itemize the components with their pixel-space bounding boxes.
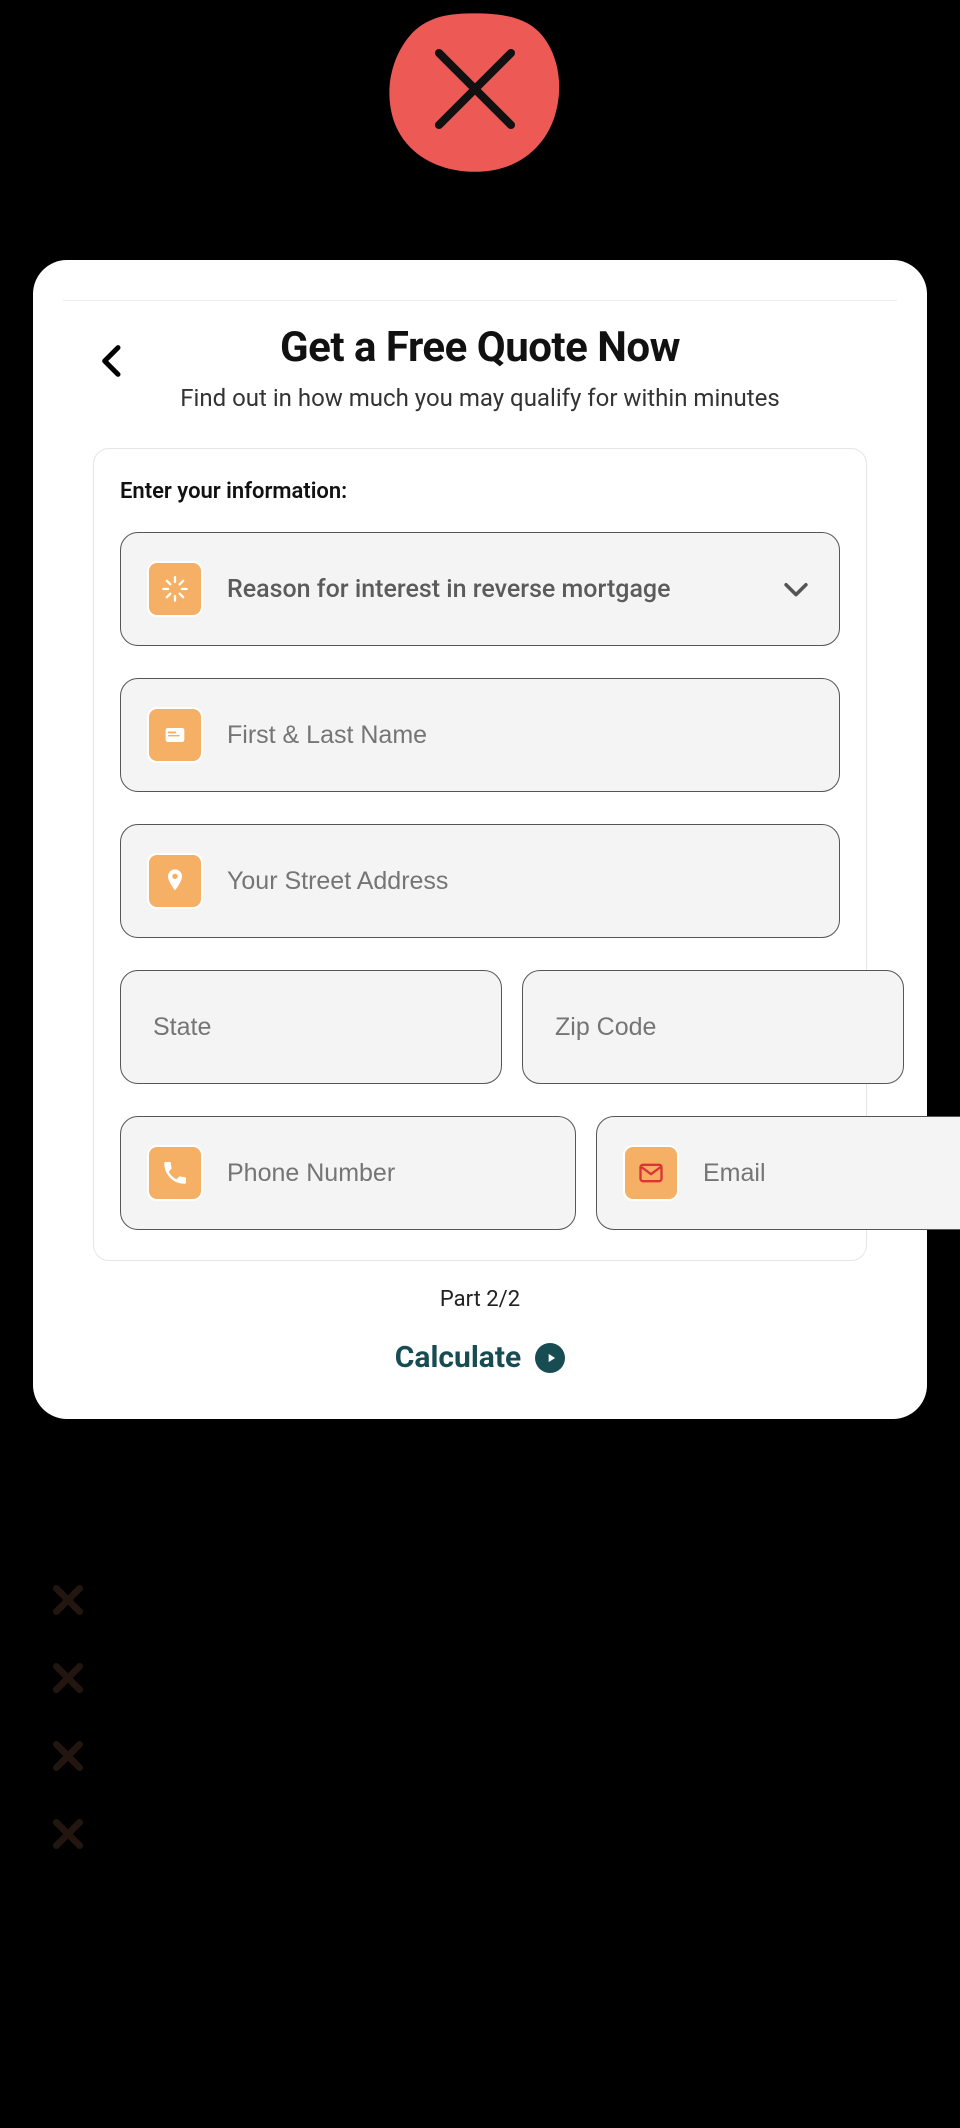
divider <box>63 300 897 301</box>
close-icon <box>48 1814 88 1854</box>
location-pin-icon <box>147 853 203 909</box>
close-icon <box>48 1658 88 1698</box>
calculate-label: Calculate <box>395 1340 521 1375</box>
email-icon <box>623 1145 679 1201</box>
reason-placeholder: Reason for interest in reverse mortgage <box>227 575 779 604</box>
phone-input[interactable] <box>227 1159 549 1188</box>
address-field[interactable] <box>120 824 840 938</box>
play-circle-icon <box>535 1343 565 1373</box>
email-field[interactable] <box>596 1116 960 1230</box>
address-input[interactable] <box>227 867 813 896</box>
page-title: Get a Free Quote Now <box>73 323 887 372</box>
name-tag-icon <box>147 707 203 763</box>
form-container: Enter your information: Reason for inter… <box>93 448 867 1261</box>
close-button[interactable] <box>380 10 570 190</box>
page-subtitle: Find out in how much you may qualify for… <box>33 384 927 412</box>
email-input[interactable] <box>703 1159 960 1188</box>
phone-icon <box>147 1145 203 1201</box>
part-indicator: Part 2/2 <box>33 1287 927 1312</box>
state-field[interactable] <box>120 970 502 1084</box>
form-section-label: Enter your information: <box>120 479 840 504</box>
name-input[interactable] <box>227 721 813 750</box>
quote-card: Get a Free Quote Now Find out in how muc… <box>33 260 927 1419</box>
close-icon <box>380 8 570 192</box>
name-field[interactable] <box>120 678 840 792</box>
back-button[interactable] <box>93 341 133 381</box>
close-icon <box>48 1580 88 1620</box>
state-input[interactable] <box>153 1013 475 1042</box>
close-icon <box>48 1736 88 1776</box>
chevron-down-icon <box>779 572 813 606</box>
reason-select[interactable]: Reason for interest in reverse mortgage <box>120 532 840 646</box>
phone-field[interactable] <box>120 1116 576 1230</box>
chevron-left-icon <box>93 341 133 381</box>
loading-icon <box>147 561 203 617</box>
zip-input[interactable] <box>555 1013 877 1042</box>
calculate-button[interactable]: Calculate <box>33 1340 927 1375</box>
zip-field[interactable] <box>522 970 904 1084</box>
